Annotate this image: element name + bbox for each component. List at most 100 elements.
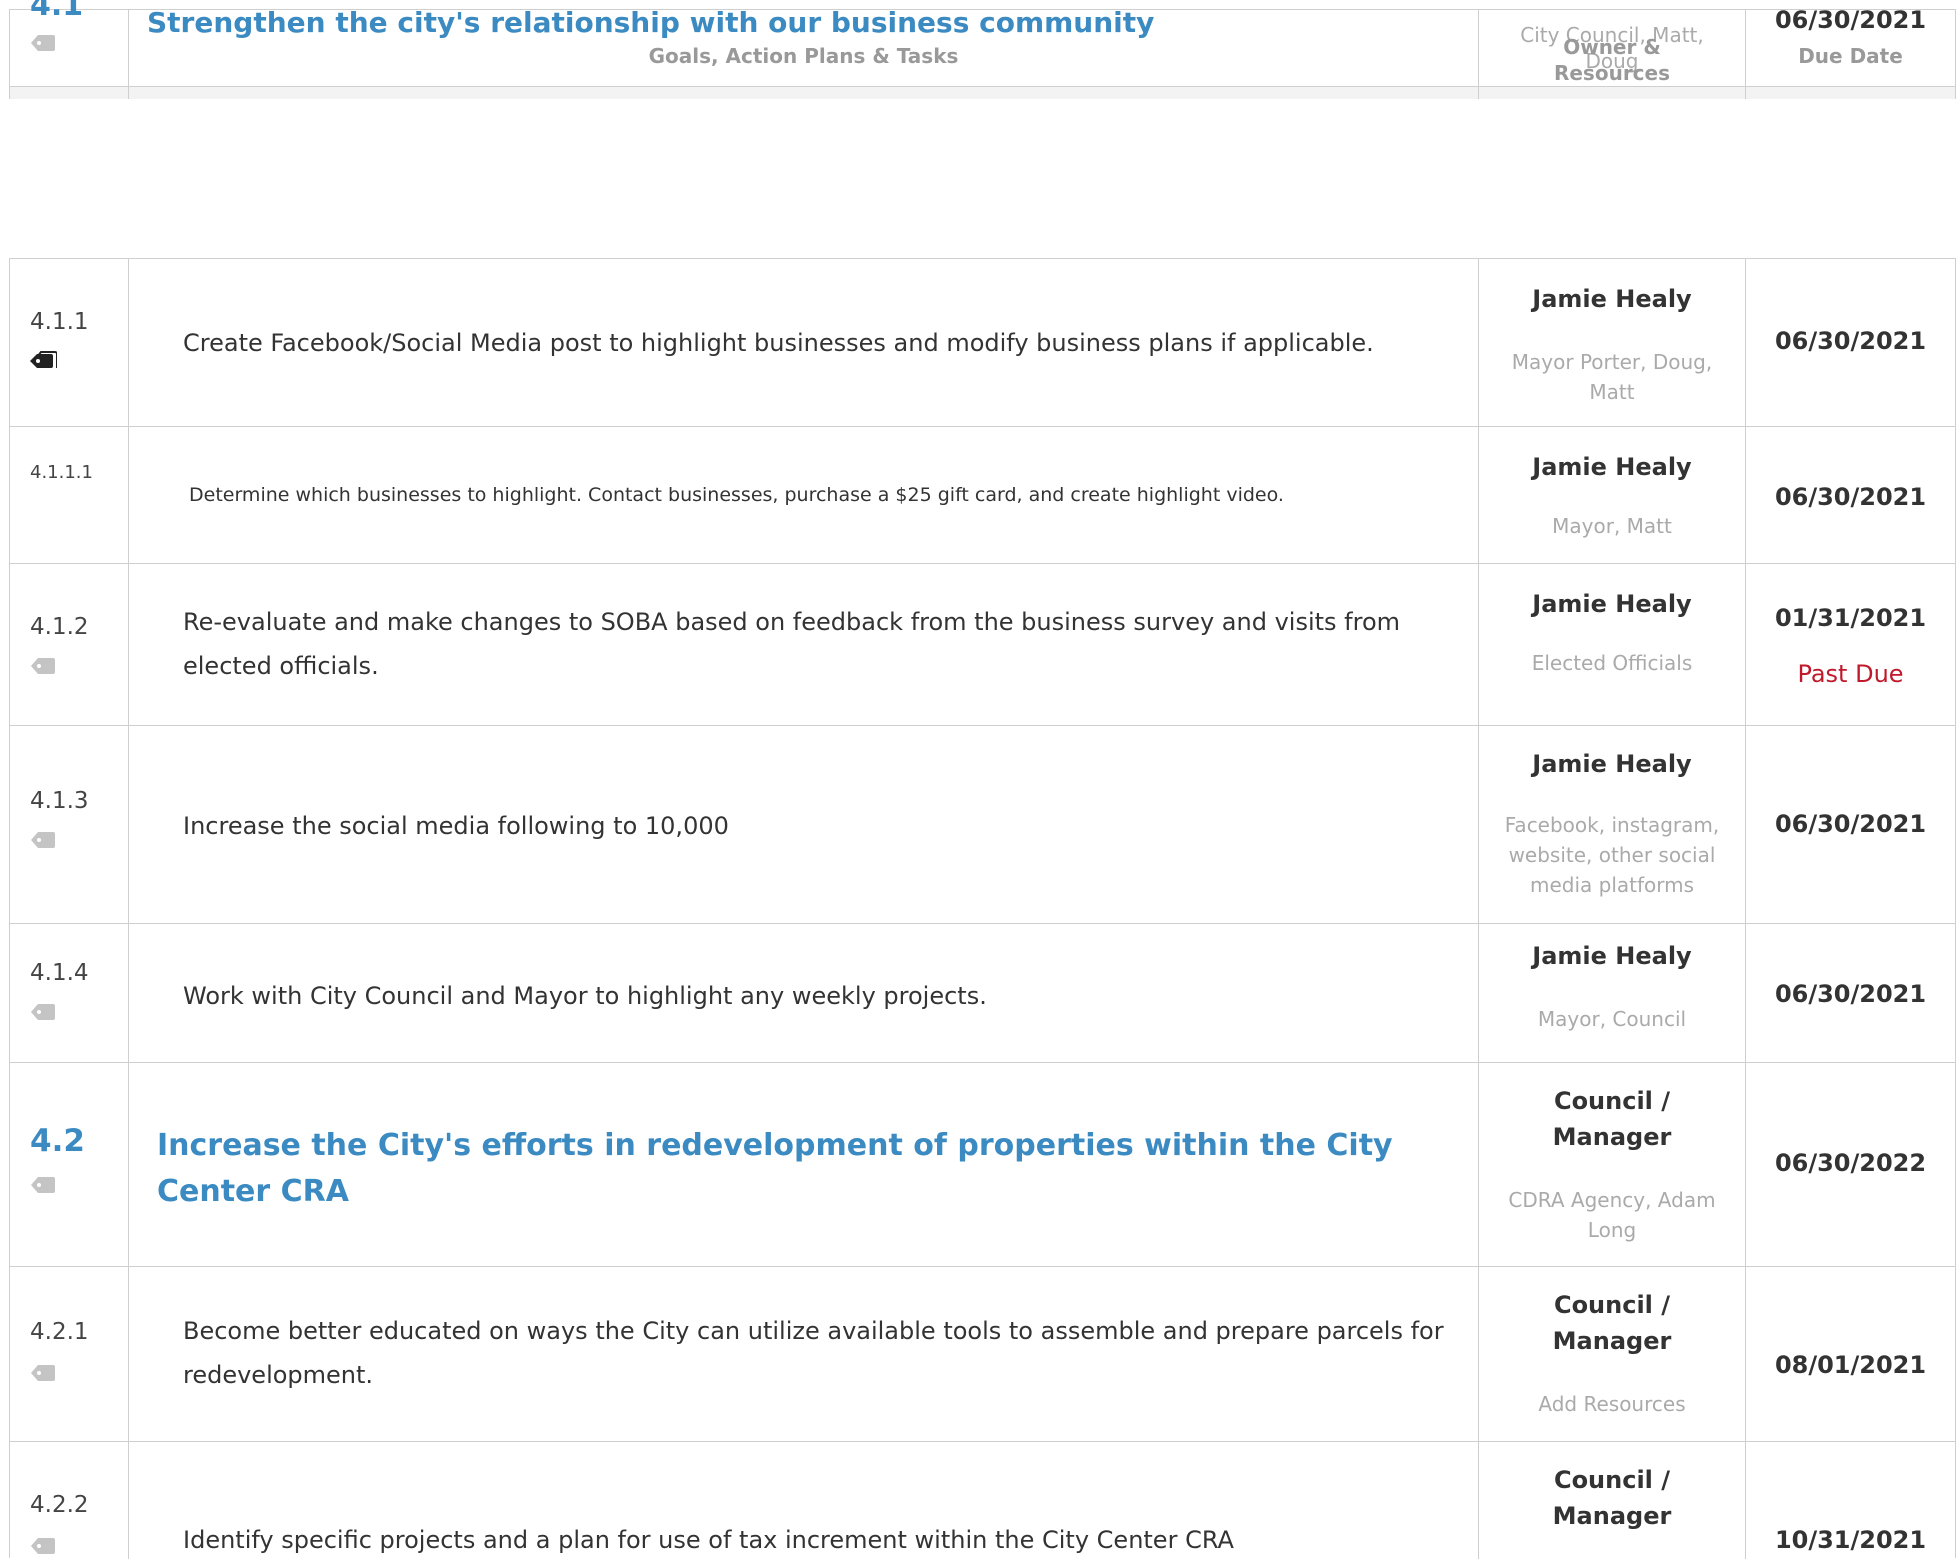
task-owner[interactable]: Jamie Healy	[1479, 449, 1745, 485]
table-row[interactable]: 4.1.1 Create Facebook/Social Media post …	[10, 259, 1955, 427]
table-row[interactable]: 4.1.4 Work with City Council and Mayor t…	[10, 924, 1955, 1063]
task-due-date[interactable]: 01/31/2021	[1746, 604, 1955, 632]
goal-due-date[interactable]: 06/30/2022	[1746, 1149, 1955, 1177]
header-owner-cell: City Council, Matt, Doug Owner & Resourc…	[1479, 10, 1746, 86]
goal-resources: CDRA Agency, Adam Long	[1508, 1188, 1716, 1242]
tag-icon[interactable]	[29, 1002, 57, 1022]
goal-owner[interactable]: Council / Manager	[1539, 1083, 1685, 1155]
task-due-date[interactable]: 10/31/2021	[1746, 1526, 1955, 1554]
task-owner[interactable]: Jamie Healy	[1479, 746, 1745, 782]
goal-row[interactable]: 4.2 Increase the City's efforts in redev…	[10, 1063, 1955, 1267]
owner-cell: Jamie Healy Mayor, Matt	[1479, 427, 1746, 563]
task-number: 4.2.2	[30, 1492, 89, 1518]
task-description[interactable]: Re-evaluate and make changes to SOBA bas…	[183, 600, 1458, 688]
task-owner[interactable]: Jamie Healy	[1479, 586, 1745, 622]
number-cell: 4.1.3	[10, 726, 129, 923]
task-number: 4.1.4	[30, 960, 89, 986]
table-row[interactable]: 4.1.2 Re-evaluate and make changes to SO…	[10, 564, 1955, 726]
header-number-cell: 4.1	[10, 0, 129, 86]
tag-icon[interactable]	[29, 830, 57, 850]
description-cell: Create Facebook/Social Media post to hig…	[129, 259, 1479, 426]
owner-cell: Jamie Healy Facebook, instagram, website…	[1479, 726, 1746, 923]
due-cell: 06/30/2022	[1746, 1063, 1955, 1266]
sticky-header-table: 4.1 Strengthen the city's relationship w…	[9, 0, 1956, 99]
owner-cell: Jamie Healy Mayor, Council	[1479, 924, 1746, 1062]
column-header-goals[interactable]: Goals, Action Plans & Tasks	[129, 44, 1478, 68]
number-cell: 4.1.2	[10, 564, 129, 725]
task-number: 4.1.3	[30, 788, 89, 814]
past-due-label: Past Due	[1797, 660, 1904, 688]
description-cell: Increase the social media following to 1…	[129, 726, 1479, 923]
strip-cell	[1746, 87, 1955, 99]
number-cell: 4.1.4	[10, 924, 129, 1062]
number-cell: 4.2	[10, 1063, 129, 1266]
task-description[interactable]: Determine which businesses to highlight.…	[189, 473, 1458, 517]
task-due-date[interactable]: 06/30/2021	[1746, 327, 1955, 355]
task-due-date[interactable]: 06/30/2021	[1746, 980, 1955, 1008]
due-cell: 06/30/2021	[1746, 259, 1955, 426]
task-resources: Add Resources	[1538, 1392, 1686, 1416]
number-cell: 4.1.1	[10, 259, 129, 426]
header-goal-title[interactable]: Strengthen the city's relationship with …	[129, 0, 1478, 46]
description-cell: Increase the City's efforts in redevelop…	[129, 1063, 1479, 1266]
header-description-cell: Strengthen the city's relationship with …	[129, 6, 1479, 86]
tag-icon[interactable]	[29, 33, 57, 53]
task-description[interactable]: Increase the social media following to 1…	[183, 804, 1458, 848]
task-owner[interactable]: Council / Manager	[1539, 1462, 1685, 1534]
task-description[interactable]: Identify specific projects and a plan fo…	[183, 1518, 1458, 1562]
column-header-due-date[interactable]: Due Date	[1746, 44, 1955, 68]
task-number: 4.1.2	[30, 614, 89, 640]
task-description[interactable]: Work with City Council and Mayor to high…	[183, 974, 1458, 1018]
task-owner[interactable]: Council / Manager	[1539, 1287, 1685, 1359]
task-number: 4.1.1	[30, 309, 89, 335]
due-cell: 06/30/2021	[1746, 924, 1955, 1062]
table-row[interactable]: 4.2.1 Become better educated on ways the…	[10, 1267, 1955, 1442]
number-cell: 4.2.1	[10, 1267, 129, 1441]
task-description[interactable]: Become better educated on ways the City …	[183, 1309, 1458, 1397]
task-description[interactable]: Create Facebook/Social Media post to hig…	[183, 321, 1458, 365]
strip-cell	[1479, 87, 1746, 99]
task-due-date[interactable]: 08/01/2021	[1746, 1351, 1955, 1379]
header-goal-row: 4.1 Strengthen the city's relationship w…	[10, 0, 1955, 87]
due-cell: 06/30/2021	[1746, 427, 1955, 563]
task-resources: Mayor, Matt	[1552, 514, 1672, 538]
tag-icon[interactable]	[29, 1536, 57, 1556]
description-cell: Work with City Council and Mayor to high…	[129, 924, 1479, 1062]
goal-number: 4.2	[30, 1123, 85, 1159]
task-resources: Mayor Porter, Doug, Matt	[1511, 350, 1713, 404]
table-row[interactable]: 4.1.3 Increase the social media followin…	[10, 726, 1955, 924]
tag-icon[interactable]	[29, 1175, 57, 1195]
description-cell: Identify specific projects and a plan fo…	[129, 1442, 1479, 1559]
owner-cell: Council / Manager	[1479, 1442, 1746, 1559]
strip-cell	[10, 87, 129, 99]
table-row[interactable]: 4.2.2 Identify specific projects and a p…	[10, 1442, 1955, 1559]
header-goal-due: 06/30/2021	[1774, 6, 1927, 34]
description-cell: Become better educated on ways the City …	[129, 1267, 1479, 1441]
strip-cell	[129, 87, 1479, 99]
header-due-cell: 06/30/2021 Due Date	[1746, 6, 1955, 86]
task-due-date[interactable]: 06/30/2021	[1746, 810, 1955, 838]
due-cell: 06/30/2021	[1746, 726, 1955, 923]
column-header-owner[interactable]: Owner & Resources	[1529, 34, 1695, 86]
owner-cell: Jamie Healy Elected Officials	[1479, 564, 1746, 725]
due-cell: 01/31/2021 Past Due	[1746, 564, 1955, 725]
task-due-date[interactable]: 06/30/2021	[1746, 483, 1955, 511]
goal-title[interactable]: Increase the City's efforts in redevelop…	[157, 1123, 1418, 1215]
task-owner[interactable]: Jamie Healy	[1479, 281, 1745, 317]
task-owner[interactable]: Jamie Healy	[1479, 938, 1745, 974]
task-resources: Mayor, Council	[1537, 1007, 1687, 1031]
owner-cell: Council / Manager Add Resources	[1479, 1267, 1746, 1441]
due-cell: 08/01/2021	[1746, 1267, 1955, 1441]
table-row[interactable]: 4.1.1.1 Determine which businesses to hi…	[10, 427, 1955, 564]
header-goal-number: 4.1	[30, 0, 84, 23]
header-strip-row	[10, 87, 1955, 99]
task-number: 4.1.1.1	[30, 462, 93, 483]
owner-cell: Council / Manager CDRA Agency, Adam Long	[1479, 1063, 1746, 1266]
tag-icon[interactable]	[29, 656, 57, 676]
task-number: 4.2.1	[30, 1319, 89, 1345]
owner-cell: Jamie Healy Mayor Porter, Doug, Matt	[1479, 259, 1746, 426]
tags-icon[interactable]	[29, 351, 57, 371]
tasks-table: 4.1.1 Create Facebook/Social Media post …	[9, 258, 1956, 1559]
tag-icon[interactable]	[29, 1363, 57, 1383]
task-resources: Elected Officials	[1531, 651, 1693, 675]
